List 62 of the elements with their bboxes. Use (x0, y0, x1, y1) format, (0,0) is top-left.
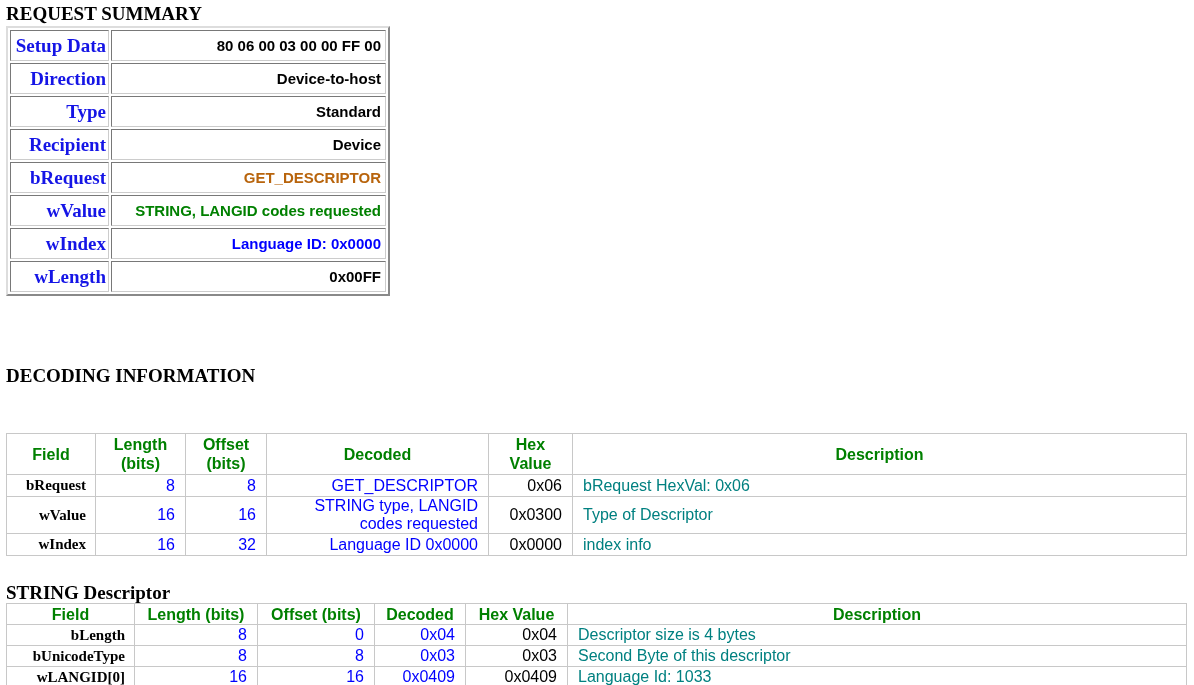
field-label: Type (10, 96, 109, 127)
field-cell: bLength (6, 624, 135, 646)
field-value: 0x00FF (111, 261, 386, 292)
table-cell: 0x06 (488, 474, 573, 497)
table-cell: index info (572, 533, 1187, 556)
table-cell: 16 (95, 496, 186, 534)
table-cell: 0x03 (374, 645, 466, 667)
field-cell: wIndex (6, 533, 96, 556)
section-title: REQUEST SUMMARY (6, 4, 202, 24)
column-header: Offset (bits) (257, 603, 375, 625)
field-value: Device-to-host (111, 63, 386, 94)
table-cell: 8 (134, 645, 258, 667)
table-cell: 0x03 (465, 645, 568, 667)
table-cell: 16 (185, 496, 267, 534)
table-cell: 0x0000 (488, 533, 573, 556)
field-value: 80 06 00 03 00 00 FF 00 (111, 30, 386, 61)
section-title: DECODING INFORMATION (6, 366, 256, 386)
field-value: GET_DESCRIPTOR (111, 162, 386, 193)
table-cell: 0x0300 (488, 496, 573, 534)
table-cell: 8 (134, 624, 258, 646)
field-label: Recipient (10, 129, 109, 160)
table-cell: 0 (257, 624, 375, 646)
field-label: wIndex (10, 228, 109, 259)
section-title: STRING Descriptor (6, 583, 171, 603)
field-value: Standard (111, 96, 386, 127)
column-header: Offset (bits) (185, 433, 267, 475)
column-header: Decoded (266, 433, 489, 475)
column-header: Length (bits) (95, 433, 186, 475)
column-header: Field (6, 603, 135, 625)
field-label: Setup Data (10, 30, 109, 61)
table-cell: 8 (95, 474, 186, 497)
table-cell: Second Byte of this descriptor (567, 645, 1187, 667)
field-cell: bUnicodeType (6, 645, 135, 667)
field-label: bRequest (10, 162, 109, 193)
column-header: Field (6, 433, 96, 475)
table-cell: 16 (95, 533, 186, 556)
field-label: wLength (10, 261, 109, 292)
table-cell: 32 (185, 533, 267, 556)
field-cell: wValue (6, 496, 96, 534)
column-header: Length (bits) (134, 603, 258, 625)
table-cell: bRequest HexVal: 0x06 (572, 474, 1187, 497)
table-cell: 8 (185, 474, 267, 497)
column-header: Description (567, 603, 1187, 625)
table-cell: 0x04 (374, 624, 466, 646)
field-cell: bRequest (6, 474, 96, 497)
column-header: Decoded (374, 603, 466, 625)
column-header: Hex Value (465, 603, 568, 625)
table-cell: 8 (257, 645, 375, 667)
table-cell: STRING type, LANGID codes requested (266, 496, 489, 534)
field-label: wValue (10, 195, 109, 226)
field-cell: wLANGID[0] (6, 666, 135, 685)
table-cell: GET_DESCRIPTOR (266, 474, 489, 497)
field-value: Language ID: 0x0000 (111, 228, 386, 259)
field-value: Device (111, 129, 386, 160)
table-cell: Type of Descriptor (572, 496, 1187, 534)
table-cell: Descriptor size is 4 bytes (567, 624, 1187, 646)
table-cell: Language ID 0x0000 (266, 533, 489, 556)
table-cell: 0x04 (465, 624, 568, 646)
field-value: STRING, LANGID codes requested (111, 195, 386, 226)
field-label: Direction (10, 63, 109, 94)
column-header: Hex Value (488, 433, 573, 475)
column-header: Description (572, 433, 1187, 475)
